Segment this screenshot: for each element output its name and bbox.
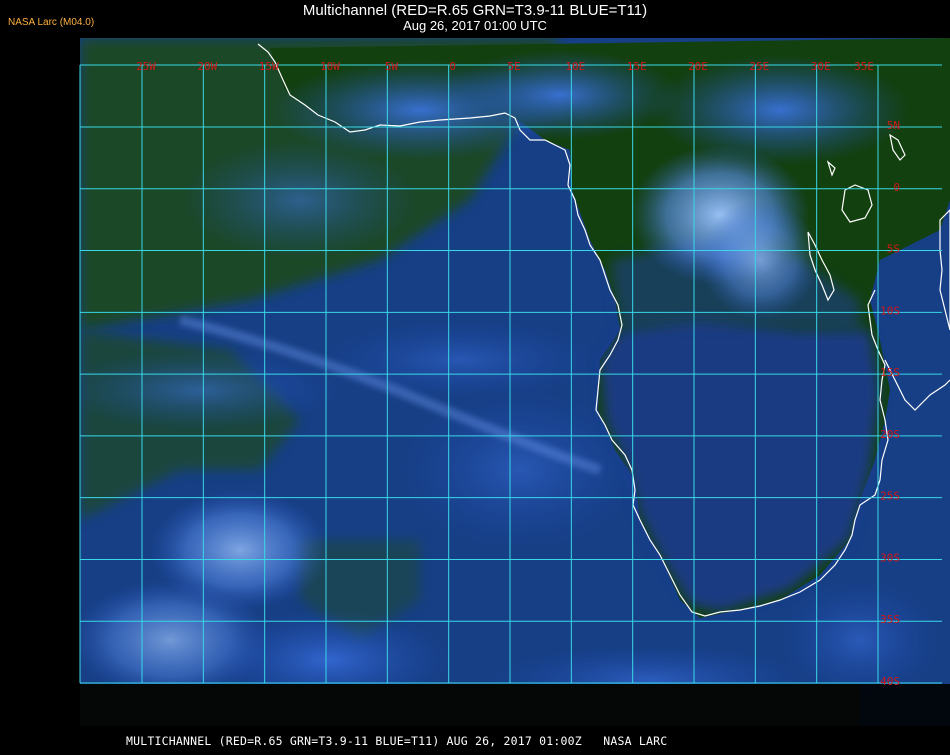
longitude-label: 10W bbox=[320, 60, 340, 73]
longitude-label: 25W bbox=[136, 60, 156, 73]
longitude-label: 25E bbox=[749, 60, 769, 73]
longitude-label: 10E bbox=[565, 60, 585, 73]
longitude-label: 15E bbox=[627, 60, 647, 73]
latitude-label: 0 bbox=[893, 181, 900, 194]
latitude-label: 15S bbox=[880, 366, 900, 379]
longitude-label: 35E bbox=[854, 60, 874, 73]
satellite-image-svg: 25W 20W 15W 10W 5W 0 5E 10E 15E 20E 25E 30E 35E 5N 0 5… bbox=[79, 38, 950, 726]
latitude-label: 25S bbox=[880, 490, 900, 503]
latitude-label: 30S bbox=[880, 551, 900, 564]
latitude-label: 35S bbox=[880, 613, 900, 626]
longitude-label: 20E bbox=[688, 60, 708, 73]
longitude-label: 15W bbox=[259, 60, 279, 73]
latitude-label: 10S bbox=[880, 304, 900, 317]
latitude-label: 40S bbox=[880, 675, 900, 688]
latitude-label: 5N bbox=[887, 119, 900, 132]
latitude-label: 5S bbox=[887, 243, 900, 256]
longitude-label: 5E bbox=[507, 60, 520, 73]
longitude-label: 20W bbox=[197, 60, 217, 73]
latitude-label: 20S bbox=[880, 428, 900, 441]
longitude-label: 30E bbox=[811, 60, 831, 73]
footer-caption: MULTICHANNEL (RED=R.65 GRN=T3.9-11 BLUE=… bbox=[126, 734, 668, 748]
longitude-label: 5W bbox=[385, 60, 399, 73]
longitude-label: 0 bbox=[449, 60, 456, 73]
satellite-map: 25W 20W 15W 10W 5W 0 5E 10E 15E 20E 25E 30E 35E 5N 0 5… bbox=[0, 0, 950, 755]
